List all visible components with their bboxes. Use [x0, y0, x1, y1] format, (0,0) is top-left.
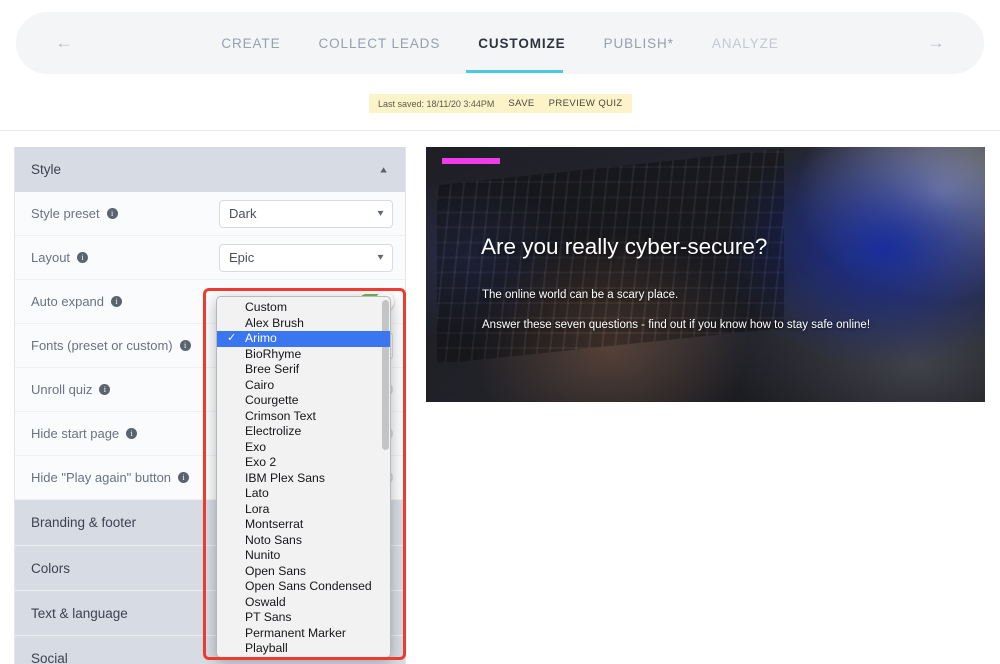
label-style-preset: Style preset i: [31, 206, 118, 221]
tab-customize[interactable]: CUSTOMIZE: [478, 32, 565, 55]
font-option[interactable]: Exo: [217, 440, 390, 456]
font-dropdown-list[interactable]: CustomAlex BrushArimoBioRhymeBree SerifC…: [216, 296, 391, 658]
row-layout: Layout i Epic ▾: [15, 236, 405, 280]
layout-select[interactable]: Epic ▾: [219, 243, 393, 272]
font-option[interactable]: Permanent Marker: [217, 626, 390, 642]
info-icon[interactable]: i: [178, 472, 190, 483]
section-title-style: Style: [31, 162, 62, 177]
tab-publish[interactable]: PUBLISH*: [604, 32, 674, 55]
font-option[interactable]: Crimson Text: [217, 409, 390, 425]
top-navigation-bar: ← → CREATE COLLECT LEADS CUSTOMIZE PUBLI…: [16, 12, 984, 74]
quiz-preview: Are you really cyber-secure? The online …: [426, 147, 985, 402]
font-option[interactable]: Courgette: [217, 393, 390, 409]
info-icon[interactable]: i: [99, 384, 111, 395]
info-icon[interactable]: i: [126, 428, 138, 439]
section-header-style[interactable]: Style ▲: [15, 147, 405, 192]
font-option[interactable]: Custom: [217, 300, 390, 316]
font-option[interactable]: Bree Serif: [217, 362, 390, 378]
info-icon[interactable]: i: [77, 252, 89, 263]
info-icon[interactable]: i: [106, 208, 118, 219]
progress-bar: [442, 158, 500, 164]
header-divider: [0, 130, 1000, 131]
info-icon[interactable]: i: [111, 296, 123, 307]
chevron-down-icon: ▾: [377, 208, 384, 219]
section-title-branding-footer: Branding & footer: [31, 515, 137, 530]
font-option[interactable]: PT Sans: [217, 610, 390, 626]
tab-create[interactable]: CREATE: [221, 32, 280, 55]
font-option[interactable]: Oswald: [217, 595, 390, 611]
font-option[interactable]: Playball: [217, 641, 390, 657]
label-layout: Layout i: [31, 250, 89, 265]
customize-page: ← → CREATE COLLECT LEADS CUSTOMIZE PUBLI…: [0, 0, 1000, 664]
font-option[interactable]: Arimo: [217, 331, 390, 347]
font-option[interactable]: Lora: [217, 502, 390, 518]
font-option[interactable]: Noto Sans: [217, 533, 390, 549]
save-button[interactable]: SAVE: [508, 98, 534, 109]
row-style-preset: Style preset i Dark ▾: [15, 192, 405, 236]
tab-analyze[interactable]: ANALYZE: [712, 32, 779, 55]
font-option[interactable]: Electrolize: [217, 424, 390, 440]
font-option[interactable]: Montserrat: [217, 517, 390, 533]
label-auto-expand: Auto expand i: [31, 294, 123, 309]
font-option[interactable]: Exo 2: [217, 455, 390, 471]
label-hide-start-page: Hide start page i: [31, 426, 138, 441]
font-option[interactable]: Open Sans: [217, 564, 390, 580]
save-bar: Last saved: 18/11/20 3:44PM SAVE PREVIEW…: [369, 94, 632, 113]
font-option[interactable]: Cairo: [217, 378, 390, 394]
preview-line-2: Answer these seven questions - find out …: [482, 319, 871, 331]
style-preset-select[interactable]: Dark ▾: [219, 199, 393, 228]
nav-tabs: CREATE COLLECT LEADS CUSTOMIZE PUBLISH* …: [16, 12, 984, 74]
active-tab-underline: [466, 70, 563, 73]
chevron-up-icon[interactable]: ▲: [378, 165, 389, 175]
style-preset-value: Dark: [229, 206, 257, 221]
label-unroll-quiz: Unroll quiz i: [31, 382, 111, 397]
last-saved-text: Last saved: 18/11/20 3:44PM: [378, 98, 495, 109]
preview-line-1: The online world can be a scary place.: [482, 289, 679, 301]
chevron-down-icon: ▾: [377, 252, 384, 263]
label-hide-play-again: Hide "Play again" button i: [31, 470, 190, 485]
info-icon[interactable]: i: [179, 340, 191, 351]
section-title-colors: Colors: [31, 560, 71, 576]
font-option[interactable]: Alex Brush: [217, 316, 390, 332]
font-option[interactable]: Lato: [217, 486, 390, 502]
preview-title: Are you really cyber-secure?: [481, 234, 768, 259]
font-option[interactable]: IBM Plex Sans: [217, 471, 390, 487]
preview-overlay: [426, 147, 985, 402]
font-option[interactable]: Open Sans Condensed: [217, 579, 390, 595]
label-fonts: Fonts (preset or custom) i: [31, 338, 191, 353]
font-option[interactable]: Nunito: [217, 548, 390, 564]
section-title-social: Social: [31, 650, 68, 664]
preview-quiz-button[interactable]: PREVIEW QUIZ: [549, 98, 623, 109]
layout-value: Epic: [229, 250, 255, 265]
font-option[interactable]: BioRhyme: [217, 347, 390, 363]
tab-collect-leads[interactable]: COLLECT LEADS: [318, 32, 440, 55]
section-title-text-language: Text & language: [31, 605, 128, 621]
